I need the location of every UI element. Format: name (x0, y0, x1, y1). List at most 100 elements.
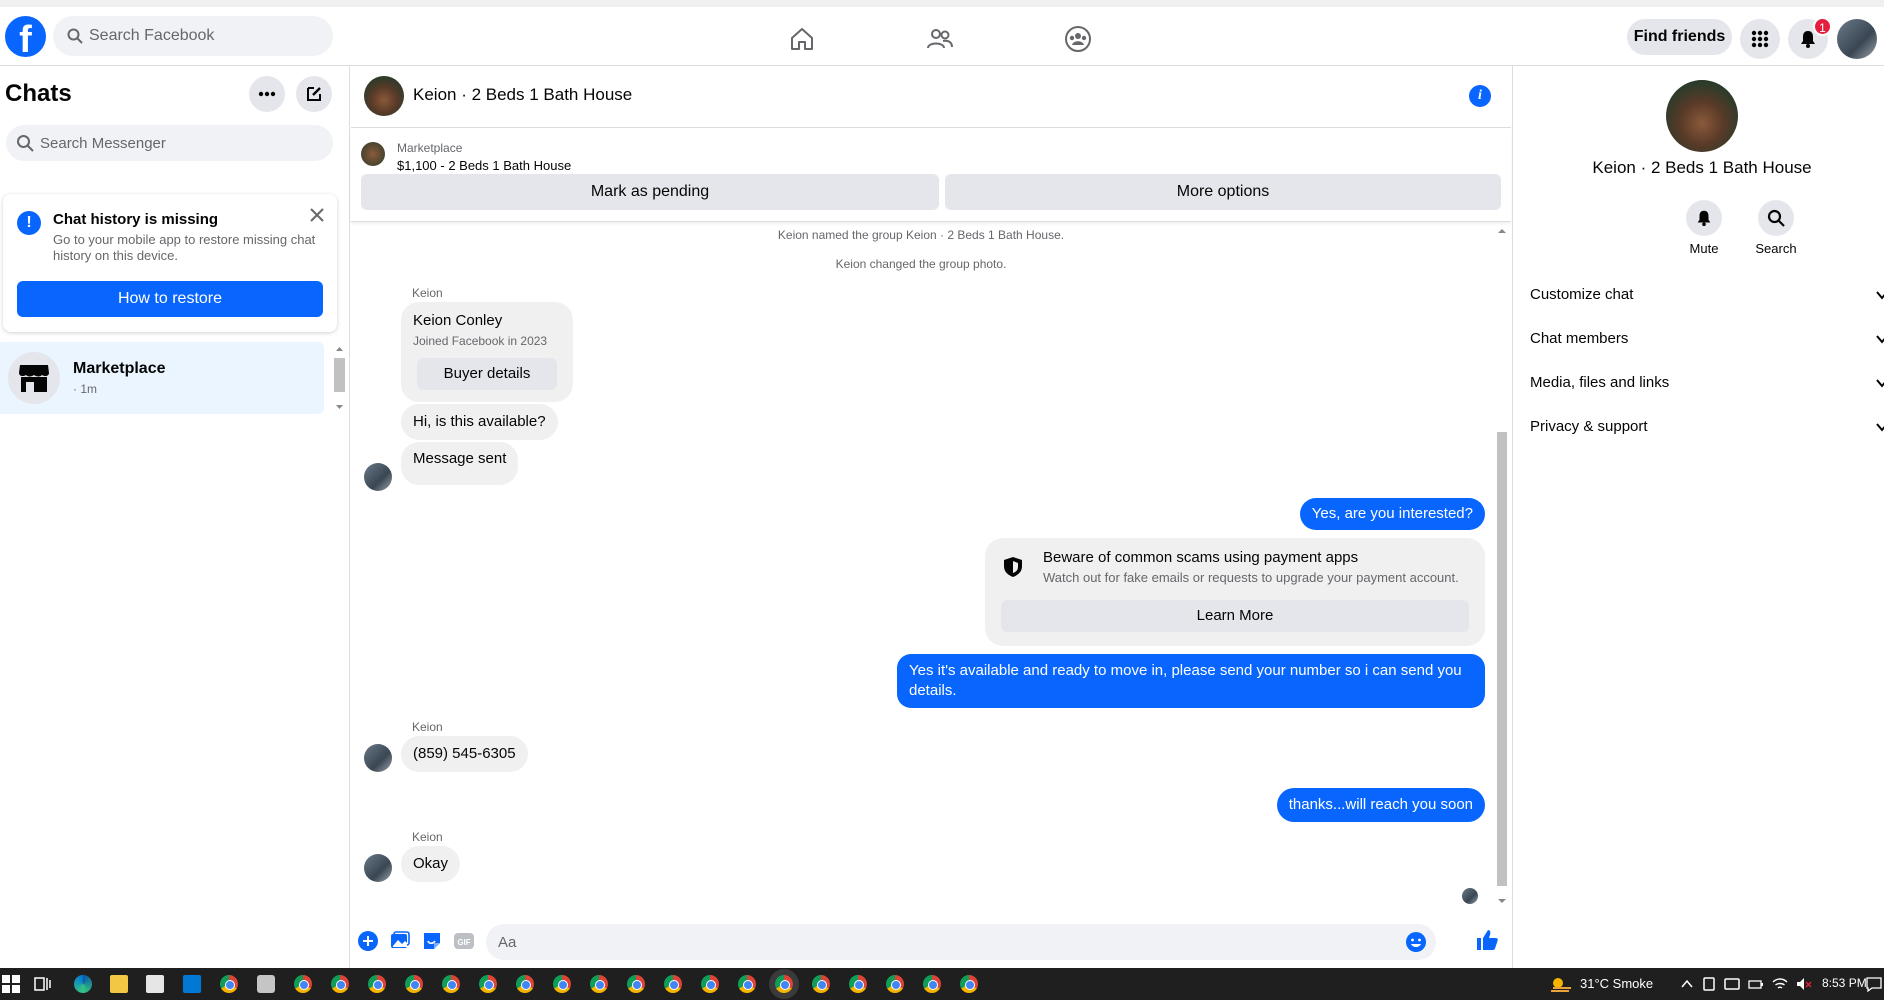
privacy-support-section[interactable]: Privacy & support (1530, 407, 1884, 447)
groups-icon[interactable] (1064, 25, 1092, 53)
scroll-up-icon[interactable] (333, 344, 346, 354)
device-icon[interactable] (1702, 975, 1716, 993)
mail-icon[interactable] (183, 975, 201, 993)
weather-text[interactable]: 31°C Smoke (1580, 976, 1653, 991)
scrollbar-thumb[interactable] (1497, 432, 1507, 886)
messenger-search-input[interactable] (40, 125, 320, 161)
chrome-icon[interactable] (960, 975, 978, 993)
learn-more-button[interactable]: Learn More (1001, 600, 1469, 632)
chrome-icon[interactable] (590, 975, 608, 993)
messenger-search[interactable] (6, 125, 333, 161)
emoji-icon[interactable] (1405, 931, 1427, 953)
message-bubble[interactable]: (859) 545-6305 (401, 736, 528, 772)
chrome-icon[interactable] (923, 975, 941, 993)
app-icon[interactable] (257, 975, 275, 993)
facebook-search[interactable] (53, 16, 333, 56)
chats-title: Chats (5, 80, 72, 107)
mark-as-pending-button[interactable]: Mark as pending (361, 174, 939, 210)
message-bubble[interactable]: thanks...will reach you soon (1276, 788, 1485, 822)
message-bubble[interactable]: Hi, is this available? (401, 404, 558, 440)
message-bubble[interactable]: Message sent (401, 442, 519, 485)
facebook-logo-icon[interactable]: f (5, 16, 46, 57)
chrome-icon[interactable] (701, 975, 719, 993)
chrome-icon-active[interactable] (775, 975, 793, 993)
chrome-icon[interactable] (294, 975, 312, 993)
chat-members-section[interactable]: Chat members (1530, 319, 1884, 359)
chrome-icon[interactable] (516, 975, 534, 993)
notification-center-icon[interactable] (1866, 975, 1882, 993)
buyer-joined: Joined Facebook in 2023 (413, 334, 548, 348)
chrome-icon[interactable] (405, 975, 423, 993)
scroll-up-icon[interactable] (1495, 226, 1509, 236)
find-friends-button[interactable]: Find friends (1627, 19, 1732, 55)
message-bubble[interactable]: Yes it's available and ready to move in,… (897, 654, 1485, 708)
clock-time[interactable]: 8:53 PM (1822, 976, 1867, 990)
windows-start-icon[interactable] (2, 975, 20, 993)
search-action[interactable]: Search (1736, 200, 1816, 256)
message-bubble[interactable]: Yes, are you interested? (1299, 498, 1485, 530)
buyer-details-button[interactable]: Buyer details (417, 358, 557, 390)
scroll-down-icon[interactable] (333, 402, 346, 412)
menu-button[interactable] (1740, 19, 1780, 59)
profile-avatar[interactable] (1837, 19, 1877, 59)
scroll-down-icon[interactable] (1495, 896, 1509, 906)
chrome-icon[interactable] (479, 975, 497, 993)
scrollbar-thumb[interactable] (334, 358, 345, 392)
chrome-icon[interactable] (738, 975, 756, 993)
chrome-icon[interactable] (627, 975, 645, 993)
volume-muted-icon[interactable] (1796, 975, 1812, 993)
gif-icon[interactable]: GIF (453, 930, 475, 952)
listing-thumbnail[interactable] (361, 142, 385, 166)
sender-avatar[interactable] (364, 744, 392, 772)
message-input[interactable] (498, 924, 1378, 960)
home-icon[interactable] (788, 25, 816, 53)
sender-avatar[interactable] (364, 463, 392, 491)
group-photo[interactable] (1666, 80, 1738, 152)
wifi-icon[interactable] (1772, 975, 1788, 993)
store-icon[interactable] (146, 975, 164, 993)
chrome-icon[interactable] (553, 975, 571, 993)
task-view-icon[interactable] (33, 975, 51, 993)
chrome-icon[interactable] (812, 975, 830, 993)
chrome-icon[interactable] (442, 975, 460, 993)
windows-taskbar: 31°C Smoke 8:53 PM (0, 968, 1884, 1000)
chrome-icon[interactable] (220, 975, 238, 993)
notice-description: Go to your mobile app to restore missing… (53, 232, 316, 263)
chrome-icon[interactable] (664, 975, 682, 993)
facebook-search-input[interactable] (89, 16, 325, 56)
plus-circle-icon[interactable] (357, 930, 379, 952)
chevron-up-icon[interactable] (1680, 975, 1694, 993)
weather-icon[interactable] (1549, 975, 1573, 993)
chrome-icon[interactable] (368, 975, 386, 993)
chrome-icon[interactable] (849, 975, 867, 993)
mute-action[interactable]: Mute (1664, 200, 1744, 256)
listing-price-title[interactable]: $1,100 - 2 Beds 1 Bath House (397, 158, 571, 173)
file-explorer-icon[interactable] (110, 975, 128, 993)
battery-icon[interactable] (1748, 975, 1764, 993)
info-icon[interactable]: i (1469, 85, 1491, 107)
message-bubble[interactable]: Okay (401, 846, 461, 882)
conversation-title[interactable]: Keion · 2 Beds 1 Bath House (413, 85, 632, 105)
photo-icon[interactable] (389, 930, 411, 952)
sidebar-scrollbar[interactable] (333, 344, 346, 414)
sender-avatar[interactable] (364, 854, 392, 882)
sticker-icon[interactable] (421, 930, 443, 952)
conversation-scrollbar[interactable] (1495, 226, 1509, 906)
media-files-links-section[interactable]: Media, files and links (1530, 363, 1884, 403)
edge-browser-icon[interactable] (74, 975, 92, 993)
like-thumb-icon[interactable] (1475, 928, 1499, 952)
friends-icon[interactable] (926, 25, 954, 53)
customize-chat-section[interactable]: Customize chat (1530, 275, 1884, 315)
chrome-icon[interactable] (331, 975, 349, 993)
chat-options-button[interactable] (249, 76, 285, 112)
new-message-button[interactable] (296, 76, 332, 112)
chat-list-item[interactable]: Marketplace · 1m (0, 342, 324, 414)
group-avatar[interactable] (364, 76, 404, 116)
meet-now-icon[interactable] (1724, 975, 1740, 993)
how-to-restore-button[interactable]: How to restore (17, 281, 323, 317)
chrome-icon[interactable] (886, 975, 904, 993)
more-options-button[interactable]: More options (945, 174, 1501, 210)
close-icon[interactable] (306, 204, 328, 226)
section-label: Media, files and links (1530, 374, 1670, 391)
message-input-field[interactable] (486, 924, 1436, 960)
